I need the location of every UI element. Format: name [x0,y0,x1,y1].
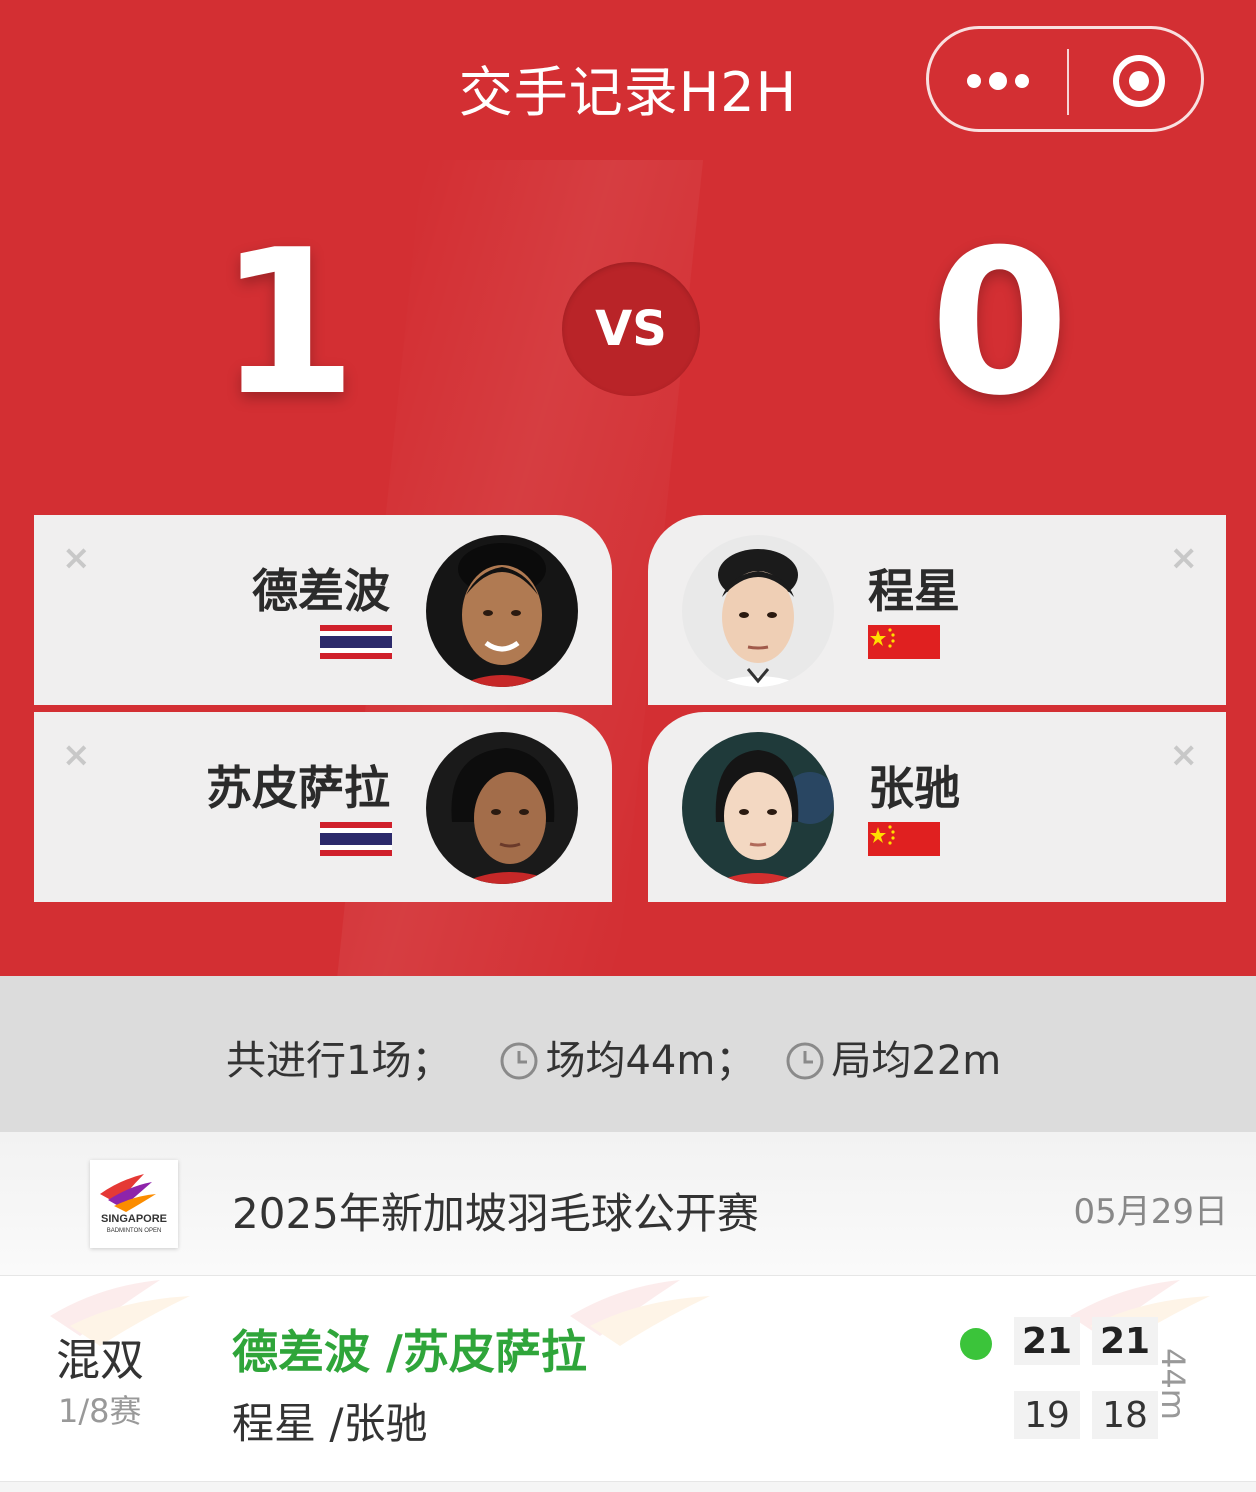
thailand-flag-icon [320,625,392,659]
player-avatar [426,732,578,884]
match-event: 混双 [56,1335,144,1386]
player-avatar [426,535,578,687]
thailand-flag-icon [320,822,392,856]
china-flag-icon [868,822,940,856]
capsule-divider [1067,49,1069,115]
tournament-name: 2025年新加坡羽毛球公开赛 [232,1189,759,1238]
winner-pair: 德差波 /苏皮萨拉 [232,1325,587,1379]
clock-icon [500,1042,538,1080]
winner-game-1-score: 21 [1014,1317,1080,1365]
player-card-left-1[interactable]: × 德差波 [34,515,612,705]
total-matches: 共进行1场； [226,1038,452,1084]
match-round: 1/8赛 [58,1392,142,1430]
logo-text-1: SINGAPORE [101,1213,167,1225]
tournament-row[interactable]: SINGAPORE BADMINTON OPEN 2025年新加坡羽毛球公开赛 … [0,1132,1256,1276]
player-name: 苏皮萨拉 [206,761,390,815]
winner-indicator-dot [960,1328,992,1360]
more-dots-icon[interactable] [953,57,1043,105]
h2h-summary-bar: 共进行1场； 场均44m； 局均22m [0,976,1256,1132]
player-card-right-2[interactable]: × 张驰 [648,712,1226,902]
player-card-right-1[interactable]: × 程星 [648,515,1226,705]
remove-player-icon[interactable]: × [1170,738,1199,772]
match-duration: 44m [1154,1348,1192,1420]
player-name: 德差波 [252,564,390,618]
vs-badge: VS [562,262,700,396]
match-average-duration: 场均44m； [545,1038,756,1084]
match-row[interactable]: 混双 1/8赛 德差波 /苏皮萨拉 程星 /张驰 21 21 19 18 44m [0,1276,1256,1482]
remove-player-icon[interactable]: × [1170,541,1199,575]
clock-icon [786,1042,824,1080]
mini-program-capsule [926,26,1204,132]
h2h-header: 交手记录H2H 1 VS 0 × 德差波 × 苏皮萨拉 × 程星 × 张驰 [0,0,1256,976]
right-wins: 0 [930,207,1070,440]
player-avatar [682,535,834,687]
tournament-date: 05月29日 [1073,1192,1228,1232]
player-name: 张驰 [868,761,960,815]
remove-player-icon[interactable]: × [62,738,91,772]
target-circle-icon[interactable] [1113,55,1165,107]
loser-game-2-score: 18 [1092,1391,1158,1439]
loser-pair: 程星 /张驰 [232,1399,428,1448]
player-card-left-2[interactable]: × 苏皮萨拉 [34,712,612,902]
logo-text-2: BADMINTON OPEN [107,1228,162,1234]
bottom-divider [0,1482,1256,1492]
winner-game-2-score: 21 [1092,1317,1158,1365]
game-average-duration: 局均22m [831,1038,1002,1084]
remove-player-icon[interactable]: × [62,541,91,575]
china-flag-icon [868,625,940,659]
loser-game-1-score: 19 [1014,1391,1080,1439]
singapore-open-logo: SINGAPORE BADMINTON OPEN [90,1160,178,1248]
player-avatar [682,732,834,884]
left-wins: 1 [218,207,358,440]
watermark-logo-icon [570,1280,710,1346]
player-name: 程星 [868,564,960,618]
